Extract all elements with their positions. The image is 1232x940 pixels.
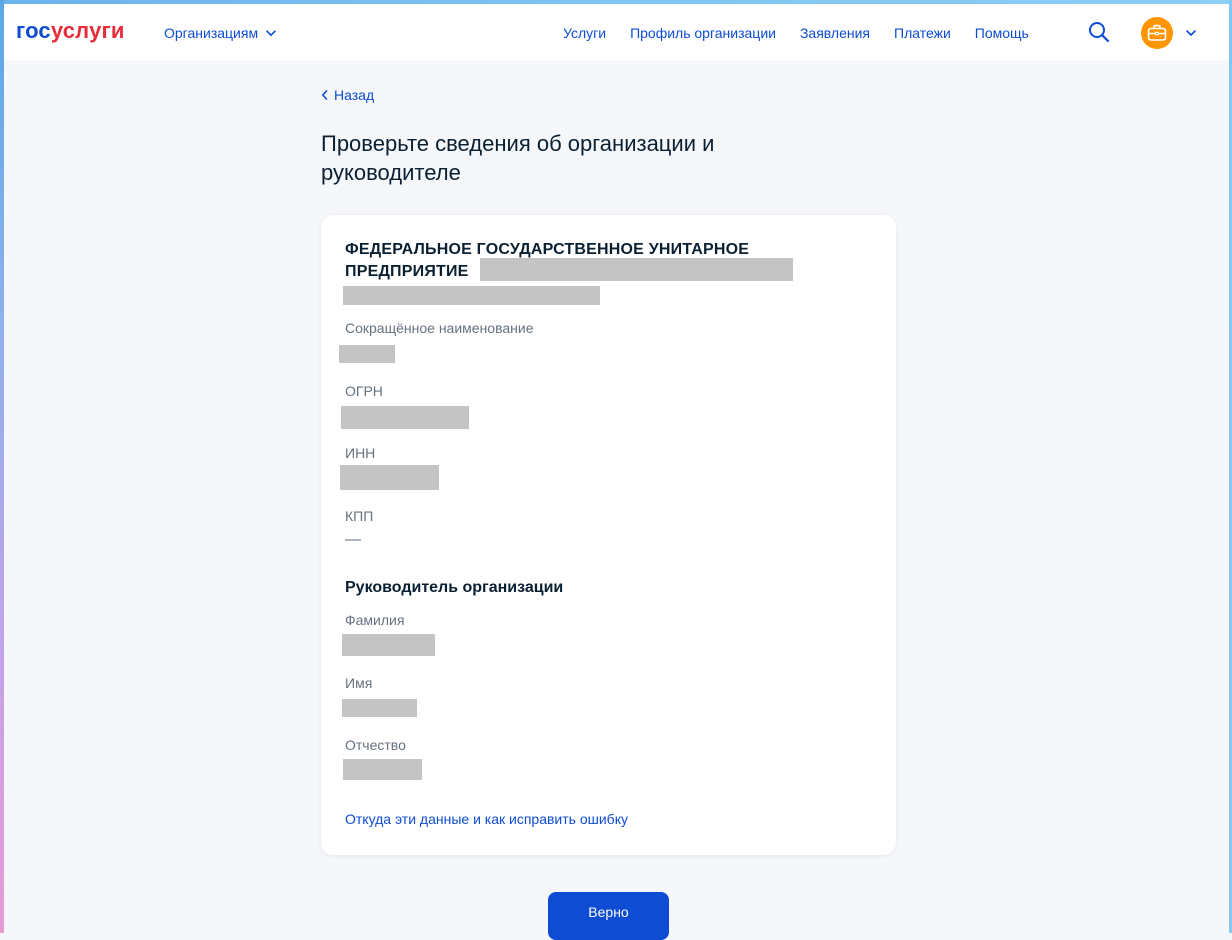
left-gradient-border [0,0,4,933]
redacted-patronymic [343,759,422,780]
avatar[interactable] [1141,17,1173,49]
gosuslugi-logo[interactable]: госуслуги [16,19,125,43]
redacted-org-name-part-2 [343,286,600,305]
redacted-first-name [342,699,417,717]
chevron-left-icon [322,90,328,100]
back-label: Назад [334,87,375,103]
redacted-surname [342,634,435,656]
kpp-value: — [345,531,361,548]
back-link[interactable]: Назад [321,86,374,104]
page-title: Проверьте сведения об организации и руко… [321,131,715,185]
nav-item-org-profile[interactable]: Профиль организации [630,24,776,42]
briefcase-icon [1147,24,1167,41]
kpp-label: КПП [345,508,374,524]
surname-label: Фамилия [345,612,405,628]
nav-item-applications[interactable]: Заявления [800,24,870,42]
redacted-org-name-part-1 [480,258,793,281]
top-gradient-border [0,0,1232,4]
main-nav: Услуги Профиль организации Заявления Пла… [563,24,1029,42]
search-icon[interactable] [1088,21,1110,43]
nav-item-help[interactable]: Помощь [975,24,1029,42]
top-header: госуслуги Организациям Услуги Профиль ор… [0,4,1232,60]
redacted-inn [340,465,439,490]
data-source-help-link[interactable]: Откуда эти данные и как исправить ошибку [345,810,628,828]
inn-label: ИНН [345,445,376,461]
redacted-short-name [339,345,395,363]
nav-item-payments[interactable]: Платежи [894,24,951,42]
nav-item-services[interactable]: Услуги [563,24,606,42]
first-name-label: Имя [345,675,373,691]
avatar-menu-chevron-down-icon[interactable] [1185,28,1197,38]
patronymic-label: Отчество [345,737,406,753]
organizations-menu-label: Организациям [164,25,259,41]
organization-card: ФЕДЕРАЛЬНОЕ ГОСУДАРСТВЕННОЕ УНИТАРНОЕ ПР… [321,215,896,855]
organizations-menu[interactable]: Организациям [164,24,276,42]
short-name-label: Сокращённое наименование [345,320,534,336]
redacted-ogrn [341,406,469,429]
chevron-down-icon [266,29,276,36]
ogrn-label: ОГРН [345,383,383,399]
director-section-title: Руководитель организации [345,579,564,596]
